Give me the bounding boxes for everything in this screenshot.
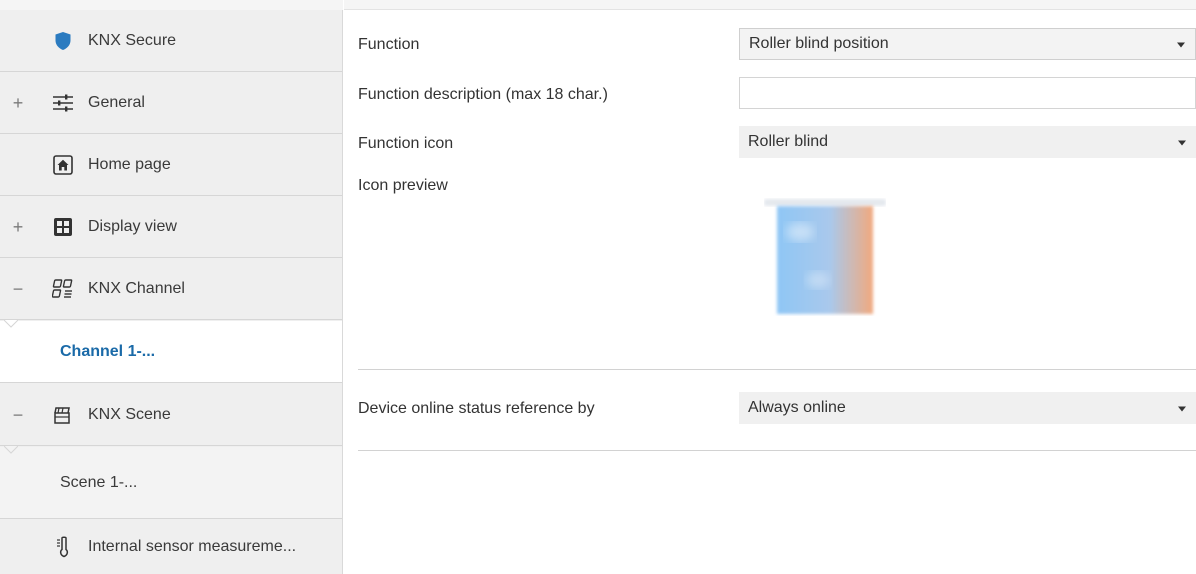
collapse-icon[interactable]: − [11, 280, 25, 298]
function-icon-label: Function icon [358, 135, 454, 152]
sidebar-item-label: Home page [88, 155, 171, 173]
parameter-panel: Function Roller blind position Function … [344, 0, 1196, 574]
sidebar-item-label: General [88, 93, 145, 111]
roller-blind-icon [764, 199, 886, 314]
sidebar-item-general[interactable]: + General [0, 72, 342, 134]
function-dropdown-value: Roller blind position [749, 35, 889, 52]
sidebar-item-channel-1[interactable]: Channel 1-... [0, 320, 342, 383]
thermometer-icon [52, 536, 74, 558]
sidebar-item-home-page[interactable]: Home page [0, 134, 342, 196]
tree-notch-icon [4, 446, 18, 454]
function-icon-dropdown[interactable]: Roller blind [739, 126, 1196, 158]
sidebar-item-label: Display view [88, 217, 177, 235]
chevron-down-icon [1178, 140, 1186, 146]
sidebar-item-label: KNX Secure [88, 31, 177, 49]
chevron-down-icon [1178, 406, 1186, 412]
sidebar-item-scene-1[interactable]: Scene 1-... [0, 446, 342, 519]
grid-view-icon [52, 216, 74, 238]
tree-notch-icon [4, 320, 18, 328]
sidebar-item-label: Channel 1-... [60, 342, 156, 360]
home-icon [52, 154, 74, 176]
sidebar-item-knx-secure[interactable]: KNX Secure [0, 10, 342, 72]
sidebar-item-label: KNX Channel [88, 279, 185, 297]
function-icon-dropdown-value: Roller blind [748, 133, 829, 150]
panel-top-border [344, 0, 1196, 10]
expand-icon[interactable]: + [11, 94, 25, 112]
function-dropdown[interactable]: Roller blind position [739, 28, 1196, 60]
sliders-icon [52, 92, 74, 114]
chevron-down-icon [1177, 42, 1185, 48]
sidebar-item-label: KNX Scene [88, 405, 171, 423]
sidebar-item-display-view[interactable]: + Display view [0, 196, 342, 258]
function-label: Function [358, 36, 420, 53]
expand-icon[interactable]: + [11, 218, 25, 236]
function-description-field[interactable] [739, 77, 1196, 109]
device-online-status-label: Device online status reference by [358, 400, 595, 417]
sidebar: KNX Secure + General Home page + Display… [0, 0, 343, 574]
function-description-label: Function description (max 18 char.) [358, 86, 608, 103]
device-online-status-dropdown[interactable]: Always online [739, 392, 1196, 424]
sidebar-item-internal-sensor[interactable]: Internal sensor measureme... [0, 520, 342, 574]
sidebar-top-strip [0, 0, 343, 10]
sidebar-item-knx-scene[interactable]: − KNX Scene [0, 384, 342, 446]
sidebar-item-label: Internal sensor measureme... [88, 538, 297, 555]
device-online-status-value: Always online [748, 399, 846, 416]
clapperboard-icon [52, 404, 74, 426]
app-window: KNX Secure + General Home page + Display… [0, 0, 1196, 574]
sidebar-item-knx-channel[interactable]: − KNX Channel [0, 258, 342, 320]
channel-icon [52, 278, 74, 300]
collapse-icon[interactable]: − [11, 406, 25, 424]
shield-icon [52, 30, 74, 52]
section-divider [358, 450, 1196, 451]
sidebar-item-label: Scene 1-... [60, 473, 138, 491]
icon-preview-label: Icon preview [358, 177, 448, 194]
section-divider [358, 369, 1196, 370]
